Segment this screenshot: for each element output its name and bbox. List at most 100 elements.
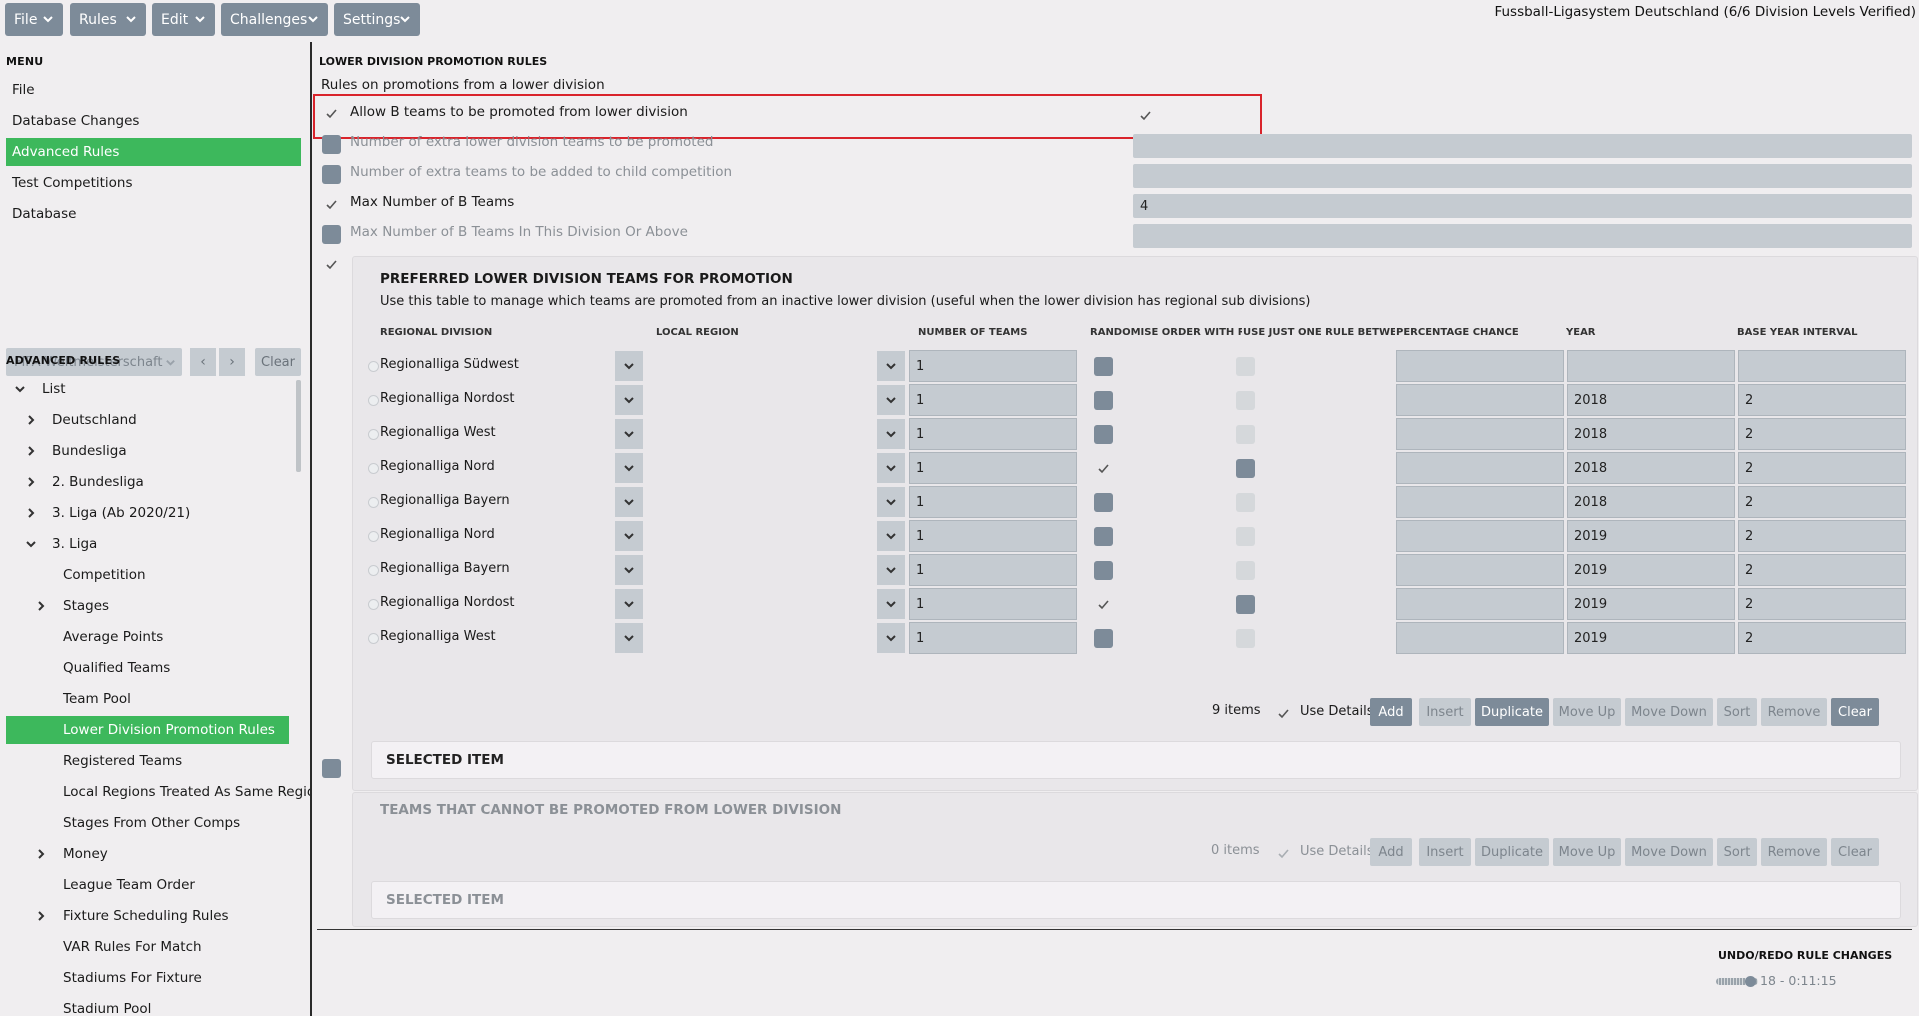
preferred-teams-checkbox[interactable]: [322, 255, 341, 274]
tree-item[interactable]: List: [15, 375, 66, 403]
year-field[interactable]: 2019: [1567, 554, 1735, 586]
number-of-teams-field[interactable]: 1: [909, 384, 1077, 416]
base-year-interval-field[interactable]: 2: [1738, 486, 1906, 518]
percentage-chance-field[interactable]: [1396, 384, 1564, 416]
tree-item[interactable]: Lower Division Promotion Rules: [6, 716, 289, 744]
tree-item[interactable]: League Team Order: [55, 871, 195, 899]
preferred-insert-button[interactable]: Insert: [1419, 698, 1471, 726]
tree-item[interactable]: 3. Liga: [26, 530, 97, 558]
local-region-dropdown[interactable]: [877, 351, 905, 381]
tree-item[interactable]: Stadiums For Fixture: [55, 964, 202, 992]
local-region-dropdown[interactable]: [877, 453, 905, 483]
number-of-teams-field[interactable]: 1: [909, 452, 1077, 484]
col-base-year-interval[interactable]: BASE YEAR INTERVAL: [1737, 327, 1897, 338]
number-of-teams-field[interactable]: 1: [909, 486, 1077, 518]
blocked-duplicate-button[interactable]: Duplicate: [1475, 838, 1549, 866]
number-of-teams-field[interactable]: 1: [909, 554, 1077, 586]
rule-extra-child-teams-field[interactable]: [1133, 164, 1912, 188]
tree-item[interactable]: Fixture Scheduling Rules: [38, 902, 229, 930]
tree-item[interactable]: 2. Bundesliga: [28, 468, 144, 496]
tree-item[interactable]: Competition: [55, 561, 146, 589]
blocked-insert-button[interactable]: Insert: [1419, 838, 1471, 866]
tree-item[interactable]: Bundesliga: [28, 437, 127, 465]
local-region-dropdown[interactable]: [877, 555, 905, 585]
tree-item[interactable]: Team Pool: [55, 685, 131, 713]
regional-division-dropdown[interactable]: [615, 623, 643, 653]
menu-item-file[interactable]: File: [6, 76, 301, 104]
regional-division-dropdown[interactable]: [615, 453, 643, 483]
row-select-radio[interactable]: [368, 361, 379, 372]
number-of-teams-field[interactable]: 1: [909, 350, 1077, 382]
base-year-interval-field[interactable]: 2: [1738, 520, 1906, 552]
randomise-order-checkbox[interactable]: [1094, 493, 1113, 512]
use-one-rule-checkbox[interactable]: [1236, 493, 1255, 512]
regional-division-dropdown[interactable]: [615, 555, 643, 585]
base-year-interval-field[interactable]: [1738, 350, 1906, 382]
base-year-interval-field[interactable]: 2: [1738, 418, 1906, 450]
col-percentage-chance[interactable]: PERCENTAGE CHANCE: [1396, 327, 1556, 338]
regional-division-dropdown[interactable]: [615, 487, 643, 517]
percentage-chance-field[interactable]: [1396, 486, 1564, 518]
randomise-order-checkbox[interactable]: [1094, 425, 1113, 444]
blocked-move-up-button[interactable]: Move Up: [1553, 838, 1621, 866]
randomise-order-checkbox[interactable]: [1094, 561, 1113, 580]
menu-item-database[interactable]: Database: [6, 200, 301, 228]
menu-item-advanced-rules[interactable]: Advanced Rules: [6, 138, 301, 166]
randomise-order-checkbox[interactable]: [1094, 357, 1113, 376]
regional-division-dropdown[interactable]: [615, 521, 643, 551]
rules-menu-button[interactable]: Rules: [70, 3, 146, 36]
filter-clear-button[interactable]: Clear: [255, 348, 301, 376]
number-of-teams-field[interactable]: 1: [909, 520, 1077, 552]
local-region-dropdown[interactable]: [877, 521, 905, 551]
year-field[interactable]: 2018: [1567, 486, 1735, 518]
regional-division-dropdown[interactable]: [615, 351, 643, 381]
menu-item-test-competitions[interactable]: Test Competitions: [6, 169, 301, 197]
blocked-teams-checkbox[interactable]: [322, 759, 341, 778]
next-button[interactable]: ›: [219, 348, 245, 376]
row-select-radio[interactable]: [368, 599, 379, 610]
tree-item[interactable]: 3. Liga (Ab 2020/21): [28, 499, 190, 527]
year-field[interactable]: 2019: [1567, 588, 1735, 620]
challenges-menu-button[interactable]: Challenges: [221, 3, 328, 36]
tree-item[interactable]: Average Points: [55, 623, 163, 651]
randomise-order-checkbox[interactable]: [1094, 459, 1113, 478]
number-of-teams-field[interactable]: 1: [909, 418, 1077, 450]
use-details-checkbox[interactable]: [1274, 704, 1293, 723]
tree-item[interactable]: Stages: [38, 592, 109, 620]
number-of-teams-field[interactable]: 1: [909, 622, 1077, 654]
tree-item[interactable]: Stadium Pool: [55, 995, 151, 1016]
use-one-rule-checkbox[interactable]: [1236, 459, 1255, 478]
rule-extra-lower-teams-field[interactable]: [1133, 134, 1912, 158]
tree-scrollbar[interactable]: [296, 380, 301, 472]
tree-item[interactable]: Registered Teams: [55, 747, 182, 775]
randomise-order-checkbox[interactable]: [1094, 391, 1113, 410]
blocked-remove-button[interactable]: Remove: [1761, 838, 1827, 866]
preferred-sort-button[interactable]: Sort: [1717, 698, 1757, 726]
edit-menu-button[interactable]: Edit: [152, 3, 215, 36]
col-local-region[interactable]: LOCAL REGION: [656, 327, 856, 338]
row-select-radio[interactable]: [368, 531, 379, 542]
rule-max-b-teams-field[interactable]: 4: [1133, 194, 1912, 218]
col-use-one-rule[interactable]: USE JUST ONE RULE BETWEE...: [1243, 327, 1395, 338]
local-region-dropdown[interactable]: [877, 589, 905, 619]
randomise-order-checkbox[interactable]: [1094, 527, 1113, 546]
rule-max-b-teams-above-checkbox[interactable]: [322, 225, 341, 244]
base-year-interval-field[interactable]: 2: [1738, 452, 1906, 484]
regional-division-dropdown[interactable]: [615, 385, 643, 415]
row-select-radio[interactable]: [368, 633, 379, 644]
percentage-chance-field[interactable]: [1396, 588, 1564, 620]
use-one-rule-checkbox[interactable]: [1236, 595, 1255, 614]
local-region-dropdown[interactable]: [877, 385, 905, 415]
local-region-dropdown[interactable]: [877, 419, 905, 449]
tree-item[interactable]: Deutschland: [28, 406, 137, 434]
menu-item-database-changes[interactable]: Database Changes: [6, 107, 301, 135]
preferred-clear-button[interactable]: Clear: [1831, 698, 1879, 726]
year-field[interactable]: 2019: [1567, 520, 1735, 552]
tree-item[interactable]: Local Regions Treated As Same Regior: [55, 778, 310, 806]
local-region-dropdown[interactable]: [877, 623, 905, 653]
use-one-rule-checkbox[interactable]: [1236, 391, 1255, 410]
preferred-duplicate-button[interactable]: Duplicate: [1475, 698, 1549, 726]
use-one-rule-checkbox[interactable]: [1236, 527, 1255, 546]
undo-history-knob[interactable]: [1744, 976, 1756, 987]
row-select-radio[interactable]: [368, 565, 379, 576]
